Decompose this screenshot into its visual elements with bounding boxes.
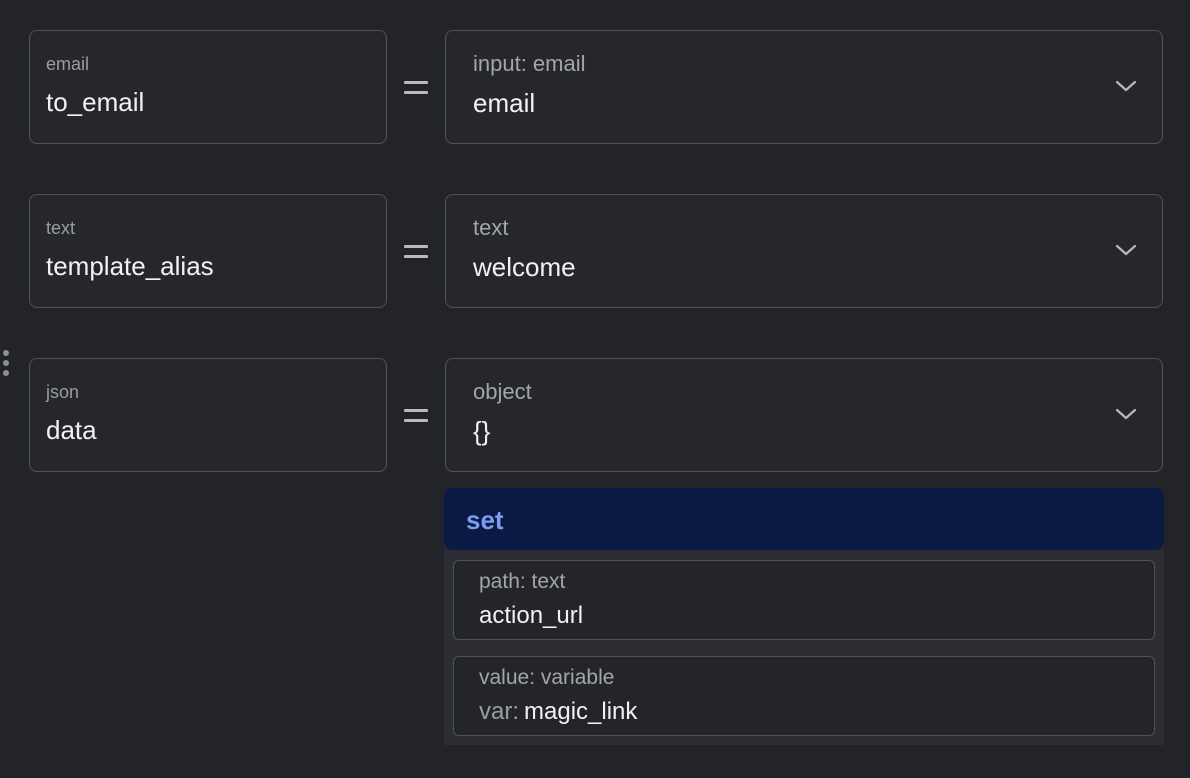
chevron-down-icon[interactable] [1114, 77, 1138, 95]
source-type-label: object [473, 379, 532, 404]
variable-name: magic_link [524, 698, 638, 725]
path-field[interactable]: path: text action_url [453, 560, 1155, 640]
param-type-label: text [46, 218, 76, 238]
param-field-template-alias[interactable]: text template_alias [29, 194, 387, 308]
drag-handle-icon[interactable] [3, 350, 9, 376]
chevron-down-icon[interactable] [1114, 405, 1138, 423]
variable-value-row: var: magic_link [479, 700, 637, 724]
param-name: template_alias [46, 251, 214, 281]
source-select-template-alias[interactable]: text welcome [445, 194, 1163, 308]
var-prefix: var: [479, 698, 520, 725]
set-header[interactable]: set [444, 488, 1164, 550]
equals-icon [404, 406, 428, 426]
param-type-label: json [46, 382, 80, 402]
param-name: data [46, 415, 97, 445]
param-field-data[interactable]: json data [29, 358, 387, 472]
value-type-label: value: variable [479, 666, 615, 689]
source-value: email [473, 88, 536, 118]
source-value: welcome [473, 252, 576, 282]
set-operation-panel: set path: text action_url value: variabl… [444, 488, 1164, 745]
param-field-to-email[interactable]: email to_email [29, 30, 387, 144]
equals-icon [404, 242, 428, 262]
source-type-label: text [473, 215, 509, 240]
mapping-editor: email to_email input: email email text t… [0, 0, 1190, 778]
path-value: action_url [479, 602, 584, 629]
param-name: to_email [46, 87, 145, 117]
source-value: {} [473, 416, 491, 446]
chevron-down-icon[interactable] [1114, 241, 1138, 259]
equals-icon [404, 78, 428, 98]
param-type-label: email [46, 54, 90, 74]
source-type-label: input: email [473, 51, 586, 76]
source-select-data[interactable]: object {} [445, 358, 1163, 472]
path-type-label: path: text [479, 570, 566, 593]
value-field[interactable]: value: variable var: magic_link [453, 656, 1155, 736]
set-title: set [466, 505, 504, 535]
source-select-to-email[interactable]: input: email email [445, 30, 1163, 144]
